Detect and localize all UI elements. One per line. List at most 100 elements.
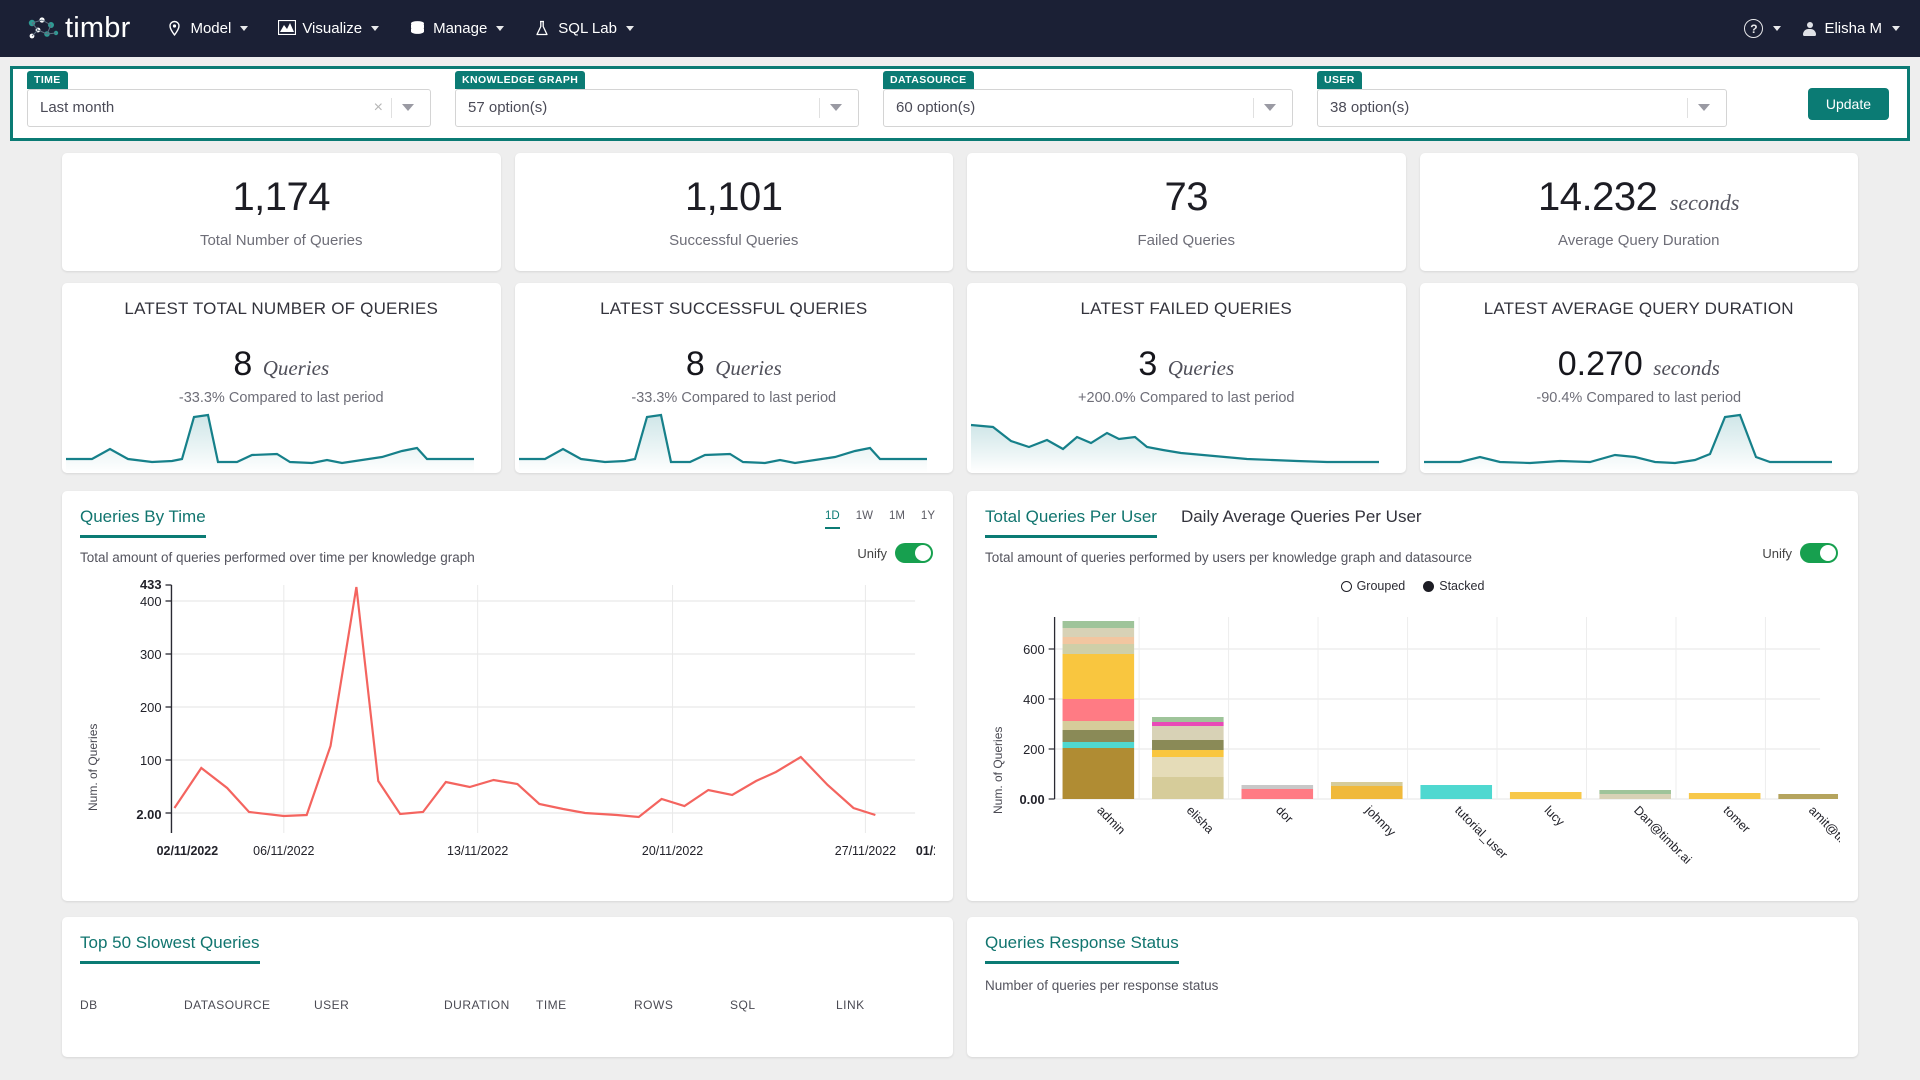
svg-text:lucy: lucy	[1542, 803, 1568, 829]
sparkline-chart	[1423, 413, 1832, 473]
col-duration: DURATION	[444, 998, 510, 1012]
svg-text:01/12/2022: 01/12/2022	[916, 844, 935, 858]
per-user-tabs: Total Queries Per User Daily Average Que…	[985, 507, 1422, 538]
range-tab-1d[interactable]: 1D	[824, 510, 840, 529]
queries-by-time-card: Queries By Time 1D 1W 1M 1Y Total amount…	[62, 491, 978, 901]
bar-lucy	[1509, 792, 1582, 799]
user-menu[interactable]: Elisha M	[1803, 20, 1900, 37]
latest-title: LATEST TOTAL NUMBER OF QUERIES	[124, 299, 439, 318]
latest-unit: Queries	[262, 356, 330, 380]
radio-grouped[interactable]: Grouped	[1340, 579, 1405, 593]
latest-value: 8	[233, 345, 253, 383]
chevron-down-icon[interactable]	[1698, 104, 1710, 111]
y-axis-title: Num. of Queries	[86, 723, 100, 811]
bar-mode-radios: Grouped Stacked	[985, 579, 1840, 593]
kpi-caption: Average Query Duration	[1558, 232, 1720, 249]
time-range-tabs: 1D 1W 1M 1Y	[824, 507, 935, 529]
sparkline-chart	[518, 413, 927, 473]
kpi-unit: seconds	[1669, 190, 1740, 215]
chevron-down-icon[interactable]	[402, 104, 414, 111]
svg-text:433: 433	[140, 577, 162, 592]
filter-datasource-select[interactable]: 60 option(s)	[883, 88, 1293, 127]
divider	[819, 97, 820, 118]
latest-card-successful-queries: LATEST SUCCESSFUL QUERIES 8 Queries -33.…	[514, 283, 953, 473]
svg-text:Dan@timbr.ai: Dan@timbr.ai	[1631, 803, 1694, 867]
chevron-down-icon	[625, 26, 634, 31]
col-user: USER	[314, 998, 350, 1012]
col-sql: SQL	[730, 998, 756, 1012]
unify-toggle[interactable]	[1800, 543, 1838, 563]
range-tab-1w[interactable]: 1W	[856, 510, 873, 529]
bar-amit	[1778, 794, 1839, 799]
slowest-queries-card: Top 50 Slowest Queries DB DATASOURCE USE…	[62, 917, 953, 1057]
unify-toggle[interactable]	[895, 543, 933, 563]
brand-logo[interactable]: timbr	[26, 12, 130, 45]
help-menu[interactable]: ?	[1744, 19, 1782, 38]
nav-item-manage[interactable]: Manage	[407, 14, 506, 43]
svg-text:elisha: elisha	[1184, 803, 1217, 836]
filter-user-value: 38 option(s)	[1330, 99, 1410, 116]
kpi-value: 73	[1164, 175, 1209, 219]
unify-control-left: Unify	[857, 543, 933, 563]
queries-by-time-subtitle: Total amount of queries performed over t…	[80, 550, 475, 565]
latest-title: LATEST FAILED QUERIES	[1080, 299, 1292, 318]
svg-text:2.00: 2.00	[136, 807, 161, 822]
latest-title: LATEST AVERAGE QUERY DURATION	[1483, 299, 1794, 318]
range-tab-1m[interactable]: 1M	[889, 510, 905, 529]
latest-unit: Queries	[1167, 356, 1235, 380]
queries-per-user-card: Total Queries Per User Daily Average Que…	[967, 491, 1870, 901]
range-tab-1y[interactable]: 1Y	[921, 510, 935, 529]
filter-user: USER 38 option(s)	[1317, 70, 1727, 127]
svg-text:amit@timbr.ai: amit@timbr.ai	[1806, 803, 1840, 867]
radio-icon	[1423, 580, 1435, 592]
filter-knowledge-graph-label: KNOWLEDGE GRAPH	[455, 70, 586, 89]
svg-text:200: 200	[1023, 742, 1045, 757]
nav-item-model[interactable]: Model	[164, 14, 250, 43]
location-pin-icon	[166, 20, 183, 37]
bar-tomer	[1688, 793, 1761, 799]
nav-item-visualize[interactable]: Visualize	[276, 14, 381, 43]
brand-name: timbr	[65, 12, 131, 44]
svg-text:600: 600	[1023, 642, 1045, 657]
radio-stacked[interactable]: Stacked	[1423, 579, 1484, 593]
svg-text:27/11/2022: 27/11/2022	[835, 844, 896, 858]
col-datasource: DATASOURCE	[184, 998, 271, 1012]
filter-user-select[interactable]: 38 option(s)	[1317, 88, 1727, 127]
chevron-down-icon	[240, 26, 249, 31]
latest-title: LATEST SUCCESSFUL QUERIES	[600, 299, 868, 318]
tab-total-queries-per-user[interactable]: Total Queries Per User	[985, 507, 1157, 538]
sparkline-chart	[66, 413, 474, 473]
filter-knowledge-graph-select[interactable]: 57 option(s)	[455, 88, 859, 127]
kpi-caption: Successful Queries	[669, 232, 799, 249]
col-time: TIME	[536, 998, 567, 1012]
chevron-down-icon	[1773, 26, 1782, 31]
latest-card-total-queries: LATEST TOTAL NUMBER OF QUERIES 8 Queries…	[62, 283, 501, 473]
filter-knowledge-graph: KNOWLEDGE GRAPH 57 option(s)	[455, 70, 859, 127]
nav-item-sql-lab[interactable]: SQL Lab	[532, 14, 636, 43]
latest-value: 3	[1138, 345, 1158, 383]
update-button[interactable]: Update	[1807, 87, 1889, 120]
svg-text:400: 400	[1023, 692, 1045, 707]
svg-text:20/11/2022: 20/11/2022	[642, 844, 703, 858]
chevron-down-icon[interactable]	[830, 104, 842, 111]
filter-time-select[interactable]: Last month ×	[27, 88, 431, 127]
flask-icon	[534, 20, 551, 37]
clear-icon[interactable]: ×	[366, 99, 391, 117]
sparkline-chart	[970, 423, 1379, 473]
kpi-value: 1,174	[232, 175, 331, 219]
unify-control-right: Unify	[1762, 543, 1838, 563]
svg-text:02/11/2022: 02/11/2022	[157, 844, 219, 858]
per-user-subtitle: Total amount of queries performed by use…	[985, 550, 1473, 565]
bottom-row: Top 50 Slowest Queries DB DATASOURCE USE…	[62, 917, 1858, 1057]
kpi-card-average-duration: 14.232 seconds Average Query Duration	[1419, 153, 1858, 271]
chevron-down-icon[interactable]	[1264, 104, 1276, 111]
queries-by-time-title: Queries By Time	[80, 507, 206, 538]
filter-time-value: Last month	[40, 99, 115, 116]
unify-label: Unify	[1762, 545, 1792, 561]
timbr-logo-icon	[26, 16, 60, 42]
chevron-down-icon	[371, 26, 380, 31]
kpi-card-successful-queries: 1,101 Successful Queries	[514, 153, 953, 271]
tab-daily-average-queries-per-user[interactable]: Daily Average Queries Per User	[1181, 507, 1422, 538]
latest-card-average-duration: LATEST AVERAGE QUERY DURATION 0.270 seco…	[1419, 283, 1858, 473]
col-rows: ROWS	[634, 998, 674, 1012]
